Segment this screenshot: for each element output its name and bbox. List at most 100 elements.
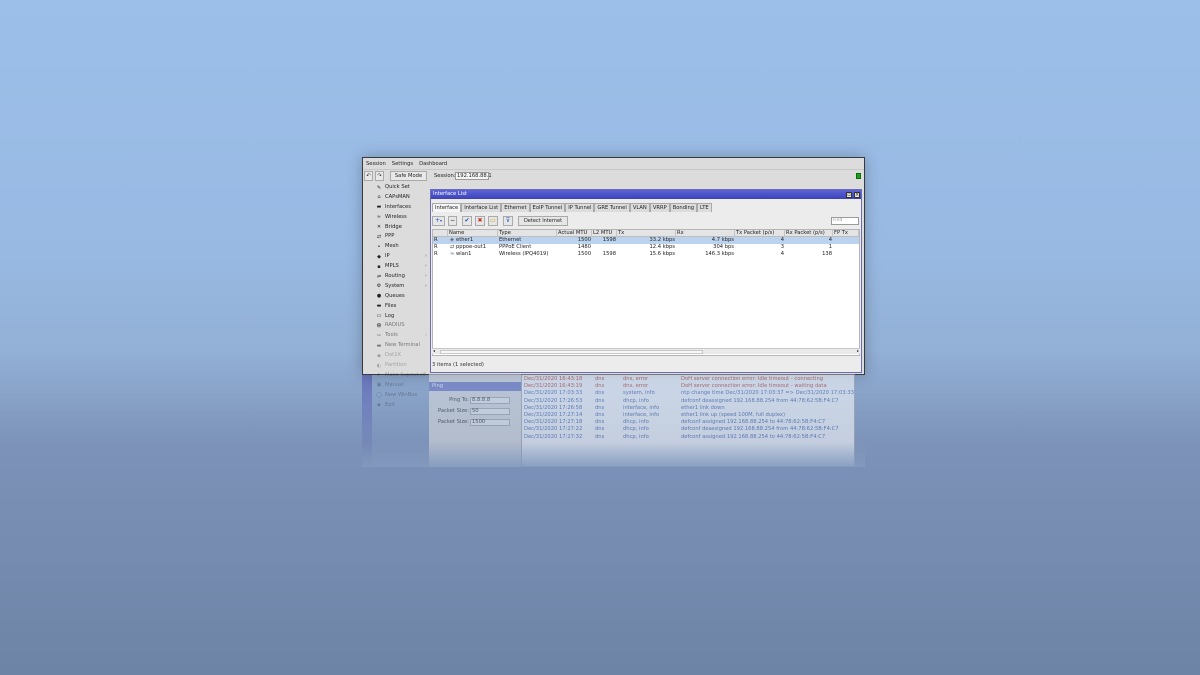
- sidebar-item-label: Log: [385, 312, 395, 319]
- packet-size-input[interactable]: 1500: [470, 418, 510, 426]
- add-button[interactable]: +▾: [432, 216, 445, 226]
- log-row[interactable]: Dec/31/2020 17:03:33 dns system, info ntp c…: [522, 390, 856, 397]
- log-row[interactable]: Dec/31/2020 17:27:32 dns dhcp, info defconf…: [522, 434, 856, 441]
- sidebar-item-label: Interfaces: [385, 203, 411, 210]
- sidebar-item-ip[interactable]: ◆ IP ›: [373, 252, 430, 262]
- sidebar-item-capsman[interactable]: ⌂ CAPsMAN: [373, 193, 430, 203]
- find-input[interactable]: Find: [831, 217, 859, 225]
- sidebar-item-interfaces[interactable]: ▬ Interfaces: [373, 203, 430, 213]
- sidebar-item-system[interactable]: ⚙ System ›: [373, 282, 430, 292]
- tab-vlan[interactable]: VLAN: [629, 203, 650, 212]
- safe-mode-button[interactable]: Safe Mode: [390, 171, 427, 181]
- sidebar-icon-4-icon: ✕: [376, 224, 382, 231]
- log-row[interactable]: Dec/31/2020 17:27:14 dns interface, info et…: [522, 412, 856, 419]
- log-row[interactable]: Dec/31/2020 16:43:19 dns dns, error DoH ser…: [522, 383, 856, 390]
- tab-vrrp[interactable]: VRRP: [649, 203, 670, 212]
- cell-l2mtu: 1598: [602, 251, 616, 258]
- restore-window-button[interactable]: ▫: [846, 191, 852, 198]
- column-header[interactable]: Actual MTU: [557, 230, 592, 237]
- menu-dashboard[interactable]: Dashboard: [416, 160, 450, 168]
- table-row[interactable]: Rwlan1 Wireless (IPQ4019) 1500 1598 15.6 kbp…: [433, 251, 859, 258]
- sidebar-item-queues[interactable]: ● Queues: [373, 292, 430, 302]
- column-header[interactable]: Rx Packet (p/s): [785, 230, 833, 237]
- log-row[interactable]: Dec/31/2020 17:26:58 dns interface, info et…: [522, 405, 856, 412]
- scrollbar-thumb[interactable]: [440, 350, 703, 354]
- log-level: dhcp, info: [623, 433, 649, 440]
- sidebar-item-make-supout-rif[interactable]: ➤ Make Supout.rif: [373, 371, 430, 381]
- tab-gre-tunnel[interactable]: GRE Tunnel: [594, 203, 630, 212]
- sidebar-item-quick-set[interactable]: ✎ Quick Set: [373, 183, 430, 193]
- tab-ip-tunnel[interactable]: IP Tunnel: [565, 203, 595, 212]
- sidebar-item-dot1x[interactable]: ◆ Dot1X: [373, 351, 430, 361]
- filter-button[interactable]: ⊽: [503, 216, 513, 226]
- packet-size-input[interactable]: 50: [470, 407, 510, 415]
- chevron-right-icon: ›: [424, 253, 427, 260]
- sidebar-item-routing[interactable]: ⇌ Routing ›: [373, 272, 430, 282]
- cell-rx: 4.7 kbps: [711, 237, 734, 243]
- sidebar-item-bridge[interactable]: ✕ Bridge: [373, 223, 430, 233]
- undo-button[interactable]: ↶: [364, 171, 373, 181]
- log-time: Dec/31/2020 17:26:58: [524, 404, 583, 411]
- sidebar-item-manual[interactable]: ▣ Manual: [373, 381, 430, 391]
- column-header[interactable]: Name: [448, 230, 498, 237]
- tab-lte[interactable]: LTE: [697, 203, 712, 212]
- session-value[interactable]: 192.168.88.1: [455, 172, 492, 180]
- redo-button[interactable]: ↷: [375, 171, 384, 181]
- disable-button[interactable]: ✖: [475, 216, 485, 226]
- comment-button[interactable]: ▭: [488, 216, 498, 226]
- sidebar-item-new-winbox[interactable]: ◯ New WinBox: [373, 391, 430, 401]
- horizontal-scrollbar[interactable]: ◂ ▸: [432, 348, 860, 354]
- sidebar-item-log[interactable]: ▭ Log: [373, 312, 430, 322]
- sidebar-item-new-terminal[interactable]: ▬ New Terminal: [373, 341, 430, 351]
- tab-ethernet[interactable]: Ethernet: [501, 203, 530, 212]
- log-topic: dns: [595, 426, 605, 433]
- table-row[interactable]: Rpppoe-out1 PPPoE Client 1480 12.4 kbps 304 …: [433, 244, 859, 251]
- ping-to-input[interactable]: 8.8.8.8: [470, 396, 510, 404]
- column-header[interactable]: Type: [498, 230, 557, 237]
- sidebar-item-mpls[interactable]: ▪ MPLS ›: [373, 262, 430, 272]
- sidebar-item-exit[interactable]: ▪ Exit: [373, 401, 430, 411]
- ping-field-row: Packet Size: 50: [429, 407, 521, 415]
- log-row[interactable]: Dec/31/2020 17:26:53 dns dhcp, info defconf…: [522, 398, 856, 405]
- column-header[interactable]: Tx Packet (p/s): [735, 230, 785, 237]
- enable-button[interactable]: ✔: [462, 216, 472, 226]
- column-header[interactable]: L2 MTU: [592, 230, 617, 237]
- tab-interface-list[interactable]: Interface List: [461, 203, 502, 212]
- table-row[interactable]: Rether1 Ethernet 1500 1598 33.2 kbps 4.7 kbps…: [433, 237, 859, 245]
- column-header[interactable]: Rx: [676, 230, 735, 237]
- sidebar-icon-14-icon: ☻: [376, 322, 382, 329]
- chevron-right-icon: ›: [424, 332, 427, 339]
- sidebar-item-partition[interactable]: ◐ Partition: [373, 361, 430, 371]
- sidebar-item-wireless[interactable]: ≈ Wireless: [373, 213, 430, 223]
- sidebar-item-files[interactable]: ▬ Files: [373, 302, 430, 312]
- cell-name: pppoe-out1: [456, 244, 487, 251]
- tab-interface[interactable]: Interface: [432, 203, 462, 212]
- log-row[interactable]: Dec/31/2020 17:27:22 dns dhcp, info defconf…: [522, 426, 856, 433]
- sidebar-item-radius[interactable]: ☻ RADIUS: [373, 321, 430, 331]
- main-toolbar: ↶ ↷ Safe Mode Session: 192.168.88.1: [363, 169, 864, 181]
- sidebar-item-tools[interactable]: ✂ Tools ›: [373, 331, 430, 341]
- tab-bonding[interactable]: Bonding: [669, 203, 698, 212]
- sidebar-item-label: CAPsMAN: [385, 193, 410, 200]
- remove-button[interactable]: −: [448, 216, 457, 226]
- detect-internet-button[interactable]: Detect Internet: [518, 216, 568, 226]
- cell-txp: 4: [780, 251, 784, 258]
- column-header[interactable]: [433, 230, 448, 237]
- scroll-right-icon[interactable]: ▸: [857, 348, 859, 353]
- sidebar-item-label: Partition: [385, 362, 407, 369]
- menu-settings[interactable]: Settings: [389, 160, 416, 168]
- scroll-left-icon[interactable]: ◂: [433, 348, 435, 353]
- sidebar-item-ppp[interactable]: ⇄ PPP: [373, 232, 430, 242]
- sidebar-item-mesh[interactable]: • Mesh: [373, 242, 430, 252]
- close-window-button[interactable]: ×: [854, 191, 860, 198]
- tab-eoip-tunnel[interactable]: EoIP Tunnel: [529, 203, 566, 212]
- sidebar-item-label: Make Supout.rif: [385, 371, 426, 378]
- log-row[interactable]: Dec/31/2020 16:43:18 dns dns, error DoH ser…: [522, 376, 856, 383]
- column-header[interactable]: FP Tx: [833, 230, 859, 237]
- log-row[interactable]: Dec/31/2020 17:27:18 dns dhcp, info defconf…: [522, 419, 856, 426]
- sidebar-item-label: New Terminal: [385, 342, 420, 349]
- log-msg: defconf assigned 192.168.88.254 to 44:78…: [681, 433, 826, 440]
- interface-list-titlebar[interactable]: Interface List ▫ ×: [431, 190, 861, 199]
- menu-session[interactable]: Session: [363, 160, 389, 168]
- column-header[interactable]: Tx: [617, 230, 676, 237]
